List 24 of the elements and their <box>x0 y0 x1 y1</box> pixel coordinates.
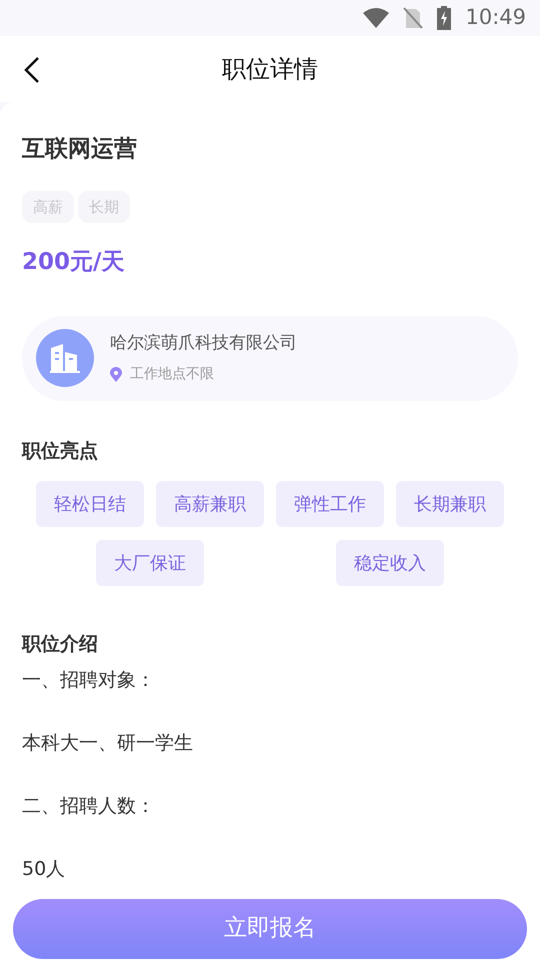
wifi-icon <box>363 8 390 28</box>
work-location: 工作地点不限 <box>130 365 214 384</box>
intro-text: 一、招聘对象： <box>22 668 156 692</box>
intro-text: 50人 <box>22 856 66 882</box>
section-heading: 职位亮点 <box>22 438 99 464</box>
highlight-tag: 稳定收入 <box>336 540 444 586</box>
status-time: 10:49 <box>465 4 526 32</box>
section-heading: 职位介绍 <box>22 632 99 657</box>
building-icon <box>36 329 94 387</box>
intro-text: 二、招聘人数： <box>22 794 156 818</box>
highlight-tag: 轻松日结 <box>36 481 144 527</box>
no-sim-icon <box>403 7 424 29</box>
intro-text: 本科大一、研一学生 <box>22 730 194 756</box>
highlight-tag: 高薪兼职 <box>156 481 264 527</box>
location-pin-icon <box>110 367 122 382</box>
job-title: 互联网运营 <box>22 135 138 164</box>
highlight-tag: 弹性工作 <box>276 481 384 527</box>
salary: 200元/天 <box>22 248 126 277</box>
battery-charging-icon <box>437 6 452 30</box>
page-title: 职位详情 <box>222 54 318 85</box>
highlight-tag: 大厂保证 <box>96 540 204 586</box>
apply-button[interactable]: 立即报名 <box>13 898 527 958</box>
company-name: 哈尔滨萌爪科技有限公司 <box>110 332 297 355</box>
highlight-tag: 长期兼职 <box>396 481 504 527</box>
